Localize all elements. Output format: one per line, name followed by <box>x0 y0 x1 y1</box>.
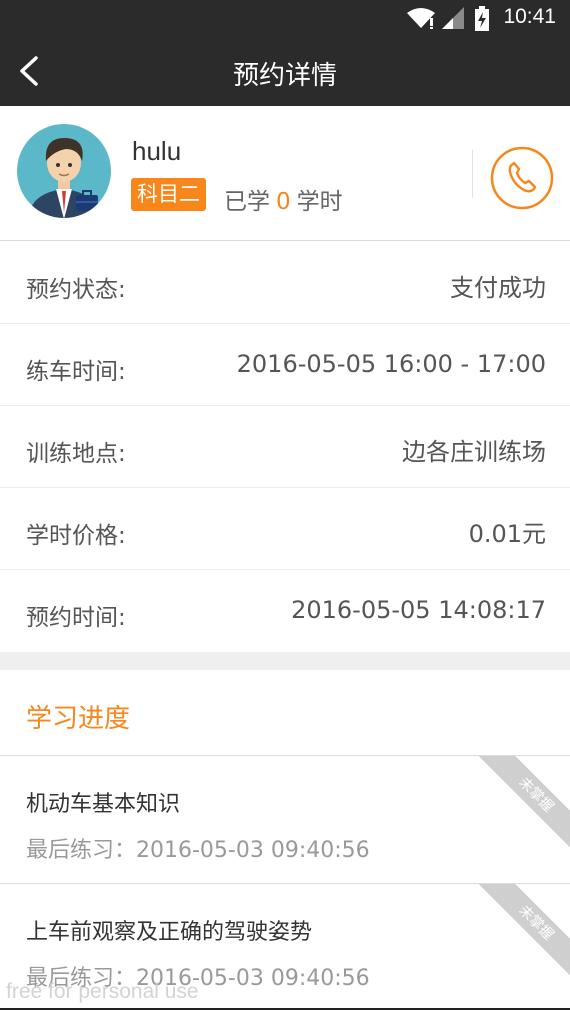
studied-suffix: 学时 <box>296 189 343 215</box>
detail-row-practice-time: 练车时间: 2016-05-05 16:00 - 17:00 <box>0 324 570 406</box>
wifi-icon <box>406 6 436 34</box>
course-last-practice: 最后练习：2016-05-03 09:40:56 <box>26 838 370 863</box>
status-ribbon: 未掌握 <box>458 756 570 874</box>
screen: 10:41 预约详情 hulu 科目二 已学 0 学时 预约状态: 支付成功 练… <box>0 0 570 1010</box>
detail-label: 预约状态: <box>26 277 126 303</box>
subject-badge: 科目二 <box>131 178 206 211</box>
coach-profile: hulu 科目二 已学 0 学时 <box>0 106 570 241</box>
status-time: 10:41 <box>503 5 556 28</box>
detail-label: 学时价格: <box>26 523 126 549</box>
progress-header: 学习进度 <box>0 670 570 756</box>
detail-row-booking-time: 预约时间: 2016-05-05 14:08:17 <box>0 570 570 652</box>
studied-prefix: 已学 <box>224 189 270 215</box>
detail-value: 2016-05-05 14:08:17 <box>291 596 546 624</box>
detail-label: 训练地点: <box>26 441 126 467</box>
avatar <box>16 123 112 219</box>
detail-value: 0.01元 <box>468 520 546 548</box>
studied-hours-value: 0 <box>276 189 291 215</box>
section-gap <box>0 652 570 670</box>
call-button[interactable] <box>490 146 554 210</box>
status-ribbon-label: 未掌握 <box>470 756 570 861</box>
progress-title: 学习进度 <box>26 704 131 734</box>
status-ribbon: 未掌握 <box>458 884 570 1002</box>
battery-charging-icon <box>474 6 490 36</box>
username: hulu <box>132 136 182 166</box>
detail-value: 支付成功 <box>450 274 546 302</box>
course-name: 机动车基本知识 <box>26 792 181 817</box>
detail-row-price: 学时价格: 0.01元 <box>0 488 570 570</box>
status-bar: 10:41 <box>0 0 570 38</box>
detail-value: 2016-05-05 16:00 - 17:00 <box>236 350 546 378</box>
studied-hours: 已学 0 学时 <box>224 182 343 216</box>
detail-label: 预约时间: <box>26 605 126 631</box>
watermark: free for personal use <box>6 980 199 1003</box>
detail-value: 边各庄训练场 <box>402 438 546 466</box>
appointment-details: 预约状态: 支付成功 练车时间: 2016-05-05 16:00 - 17:0… <box>0 242 570 652</box>
phone-icon <box>490 146 554 210</box>
title-bar: 预约详情 <box>0 38 570 106</box>
status-ribbon-label: 未掌握 <box>470 884 570 989</box>
detail-row-location: 训练地点: 边各庄训练场 <box>0 406 570 488</box>
detail-label: 练车时间: <box>26 359 126 385</box>
divider <box>472 150 473 198</box>
detail-row-status: 预约状态: 支付成功 <box>0 242 570 324</box>
course-item[interactable]: 机动车基本知识 最后练习：2016-05-03 09:40:56 未掌握 <box>0 756 570 884</box>
page-title: 预约详情 <box>232 61 337 91</box>
course-name: 上车前观察及正确的驾驶姿势 <box>26 920 313 945</box>
signal-icon <box>440 6 466 34</box>
